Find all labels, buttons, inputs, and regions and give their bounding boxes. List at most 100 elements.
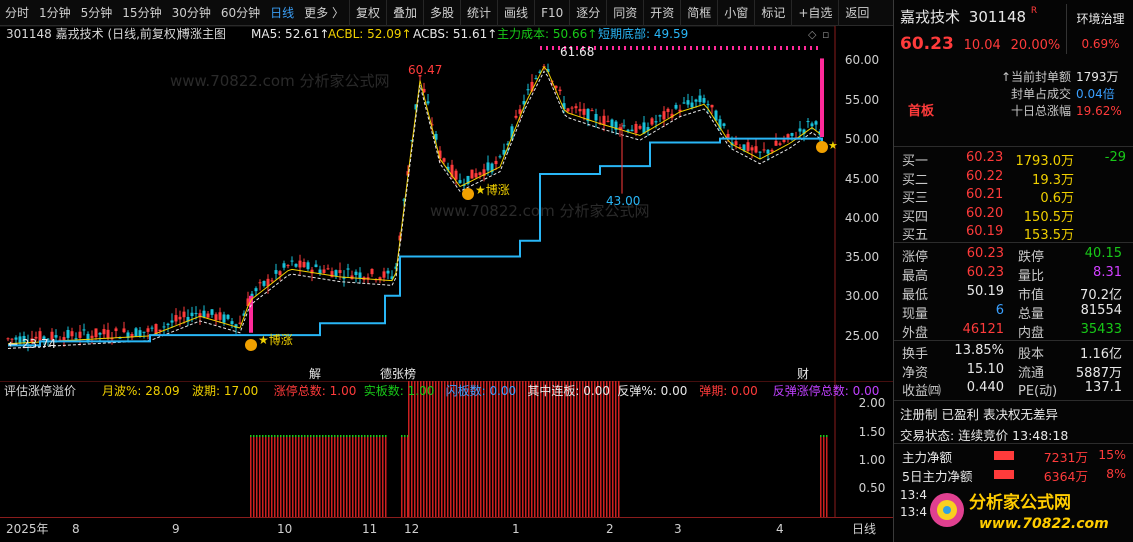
indicator-bar — [259, 436, 261, 517]
add-watchlist-button[interactable]: +自选 — [791, 0, 838, 26]
indicator-bar-cap — [382, 435, 384, 437]
candle-body — [582, 108, 586, 115]
indicator-bar — [489, 381, 491, 517]
flow-bar — [994, 469, 1014, 479]
indicator-bar — [474, 381, 476, 517]
candle-body — [458, 180, 462, 184]
small-window-button[interactable]: 小窗 — [717, 0, 754, 26]
indicator-bar — [561, 381, 563, 517]
period-tab-intraday[interactable]: 分时 — [0, 0, 34, 26]
price-tick: 40.00 — [845, 211, 879, 225]
top-tick — [804, 46, 806, 50]
indicator-bar — [480, 381, 482, 517]
indicator-bar-cap — [256, 435, 258, 437]
candle-body — [662, 111, 666, 120]
stat-value: 70.2亿 — [1080, 288, 1122, 303]
logo-url: www.70822.com — [979, 516, 1109, 532]
multi-stock-button[interactable]: 多股 — [423, 0, 460, 26]
indicator-bar-cap — [367, 435, 369, 437]
diamond-icon[interactable]: ◇ — [808, 28, 817, 41]
bid-level: 买一 — [902, 154, 929, 169]
indicator-bar — [576, 381, 578, 517]
indicator-bar — [465, 381, 467, 517]
indicator-bar — [343, 436, 345, 517]
indicator-bar — [286, 436, 288, 517]
time-axis: 2025年 8 9 10 11 12 1 2 3 4 日线 — [0, 517, 893, 542]
candle-body — [498, 156, 502, 158]
seal-amount: 1793万 — [1076, 70, 1119, 84]
indicator-bar — [531, 381, 533, 517]
indicator-bar — [385, 436, 387, 517]
open-fund-button[interactable]: 开资 — [643, 0, 680, 26]
axis-label: 3 — [674, 522, 682, 536]
candle-body — [666, 108, 670, 113]
top-tick — [702, 46, 704, 50]
bid-row[interactable]: 买四 60.20 150.5万 — [894, 206, 1133, 225]
tick-button[interactable]: 逐分 — [569, 0, 606, 26]
indicator-bar — [280, 436, 282, 517]
candle-body — [294, 263, 298, 267]
period-tab-5min[interactable]: 5分钟 — [76, 0, 118, 26]
flow-row[interactable]: 5日主力净额 6364万 8% — [894, 466, 1133, 484]
flow-row[interactable]: 主力净额 7231万 15% — [894, 447, 1133, 465]
event-finance[interactable]: 财 — [797, 367, 809, 381]
period-tab-daily[interactable]: 日线 — [265, 0, 299, 26]
indicator-bar — [573, 381, 575, 517]
candle-body — [382, 271, 386, 278]
indicator-bar — [295, 436, 297, 517]
mark-button[interactable]: 标记 — [754, 0, 791, 26]
fundamental-row: 净资 15.10 流通 5887万 — [894, 362, 1133, 381]
fundamental-label: PE(动) — [1018, 384, 1058, 399]
indicator-bar — [606, 381, 608, 517]
period-tab-15min[interactable]: 15分钟 — [117, 0, 166, 26]
event-dragon-list[interactable]: 德张榜 — [380, 366, 416, 381]
indicator-title[interactable]: 评估涨停溢价 — [4, 383, 76, 398]
candle-body — [106, 329, 110, 339]
bid-row[interactable]: 买一 60.23 1793.0万 -29 — [894, 150, 1133, 169]
period-tab-60min[interactable]: 60分钟 — [216, 0, 265, 26]
indicator-bar — [483, 381, 485, 517]
event-unlock[interactable]: 解 — [309, 367, 321, 381]
bid-price: 60.22 — [966, 168, 1004, 184]
draw-line-button[interactable]: 画线 — [497, 0, 534, 26]
minimize-icon[interactable]: ▫ — [822, 28, 829, 41]
indicator-bar — [352, 436, 354, 517]
ten-day-gain: 19.62% — [1076, 104, 1122, 118]
adjust-button[interactable]: 复权 — [348, 0, 386, 26]
candle-body — [78, 331, 82, 338]
kline-chart[interactable]: www.70822.com 分析家公式网 www.70822.com 分析家公式… — [0, 26, 893, 381]
bid-row[interactable]: 买三 60.21 0.6万 — [894, 187, 1133, 206]
indicator-bar — [289, 436, 291, 517]
indicator-bar — [340, 436, 342, 517]
indicator-bar-cap — [361, 435, 363, 437]
bid-row[interactable]: 买五 60.19 153.5万 — [894, 224, 1133, 243]
indicator-bar — [498, 381, 500, 517]
price-axis: 60.00 55.00 50.00 45.00 40.00 35.00 30.0… — [845, 53, 879, 343]
indicator-value-label: 闪板数: 0.00 — [446, 383, 517, 398]
indicator-bar-cap — [286, 435, 288, 437]
indicator-bar — [591, 381, 593, 517]
statistics-button[interactable]: 统计 — [460, 0, 497, 26]
candle-body — [606, 120, 610, 122]
candle-body — [454, 170, 458, 180]
f10-button[interactable]: F10 — [534, 0, 569, 26]
period-tab-1min[interactable]: 1分钟 — [34, 0, 76, 26]
candle-body — [658, 115, 662, 117]
ma5-label: MA5: 52.61↑ — [251, 27, 329, 41]
indicator-chart[interactable]: 评估涨停溢价 月波%: 28.09 波期: 17.00 涨停总数: 1.00 实板数:… — [0, 381, 893, 517]
simple-frame-button[interactable]: 简框 — [680, 0, 717, 26]
indicator-values: 月波%: 28.09 波期: 17.00 涨停总数: 1.00 实板数: 1.00 闪板… — [102, 383, 879, 398]
candle-body — [426, 101, 430, 104]
period-tab-more[interactable]: 更多 〉 — [299, 0, 349, 26]
candle-body — [638, 126, 642, 129]
candle-body — [158, 329, 162, 332]
overlay-button[interactable]: 叠加 — [386, 0, 423, 26]
period-tab-30min[interactable]: 30分钟 — [167, 0, 216, 26]
price-change: 10.04 — [963, 38, 1001, 53]
back-button[interactable]: 返回 — [838, 0, 875, 26]
formula-name[interactable]: 博涨主图 — [178, 26, 226, 41]
same-fund-button[interactable]: 同资 — [606, 0, 643, 26]
candle-body — [630, 129, 634, 132]
bid-row[interactable]: 买二 60.22 19.3万 — [894, 168, 1133, 188]
site-logo: 分析家公式网 www.70822.com — [923, 486, 1133, 542]
